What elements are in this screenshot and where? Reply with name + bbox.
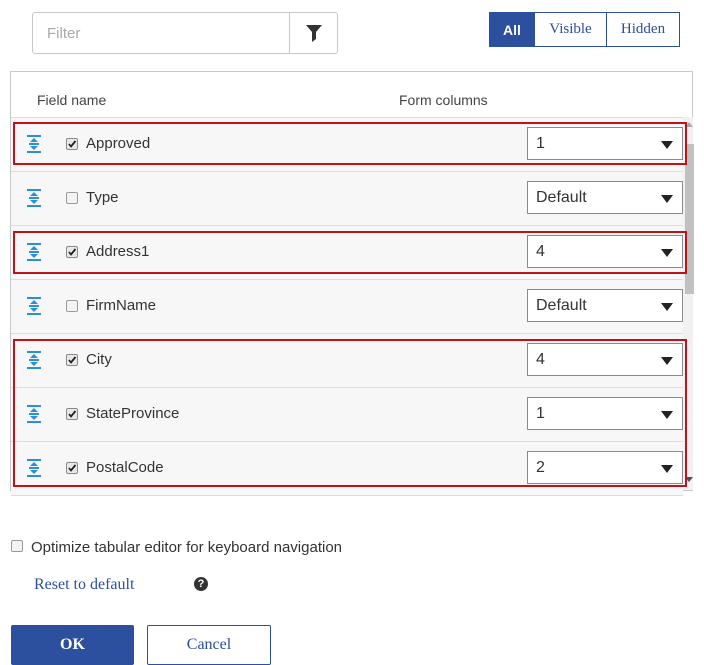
- visible-checkbox[interactable]: [66, 300, 78, 312]
- cancel-button[interactable]: Cancel: [147, 625, 271, 665]
- scrollbar-thumb[interactable]: [685, 144, 694, 294]
- toggle-visible-button[interactable]: Visible: [534, 12, 607, 47]
- form-columns-value: Default: [536, 189, 587, 206]
- filter-button[interactable]: [290, 13, 337, 53]
- dropdown-arrow-icon: [661, 141, 673, 149]
- drag-handle-icon[interactable]: [26, 243, 42, 261]
- visible-checkbox[interactable]: [66, 192, 78, 204]
- visible-checkbox[interactable]: [66, 354, 78, 366]
- table-row[interactable]: FirmName Default: [11, 280, 683, 334]
- dropdown-arrow-icon: [661, 465, 673, 473]
- form-columns-value: 1: [536, 135, 545, 152]
- form-columns-select[interactable]: 2: [527, 451, 683, 484]
- drag-handle-icon[interactable]: [26, 351, 42, 369]
- table-row[interactable]: City 4: [11, 334, 683, 388]
- visible-checkbox[interactable]: [66, 462, 78, 474]
- fields-grid: Field name Form columns Approved 1 Type Def…: [10, 71, 694, 496]
- view-toggle: All Visible Hidden: [489, 12, 680, 47]
- field-name-label: PostalCode: [86, 459, 164, 476]
- field-name-label: FirmName: [86, 297, 156, 314]
- table-row[interactable]: Address1 4: [11, 226, 683, 280]
- header-field-name: Field name: [37, 92, 107, 108]
- form-columns-select[interactable]: 4: [527, 343, 683, 376]
- form-columns-value: 4: [536, 243, 545, 260]
- table-row[interactable]: PostalCode 2: [11, 442, 683, 496]
- keyboard-nav-checkbox[interactable]: [11, 540, 23, 552]
- form-columns-value: 2: [536, 459, 545, 476]
- drag-handle-icon[interactable]: [26, 189, 42, 207]
- row-divider: [11, 495, 683, 496]
- toggle-hidden-button[interactable]: Hidden: [606, 12, 680, 47]
- header-form-columns: Form columns: [399, 92, 488, 108]
- drag-handle-icon[interactable]: [26, 297, 42, 315]
- drag-handle-icon[interactable]: [26, 459, 42, 477]
- field-name-label: Address1: [86, 243, 150, 260]
- filter-input[interactable]: [33, 13, 289, 53]
- form-columns-select[interactable]: Default: [527, 181, 683, 214]
- dropdown-arrow-icon: [661, 357, 673, 365]
- field-name-label: City: [86, 351, 112, 368]
- scroll-down-arrow[interactable]: [685, 477, 693, 482]
- visible-checkbox[interactable]: [66, 246, 78, 258]
- dropdown-arrow-icon: [661, 303, 673, 311]
- field-name-label: StateProvince: [86, 405, 180, 422]
- visible-checkbox[interactable]: [66, 138, 78, 150]
- reset-to-default-link[interactable]: Reset to default: [34, 576, 134, 594]
- help-icon[interactable]: ?: [194, 577, 208, 591]
- drag-handle-icon[interactable]: [26, 405, 42, 423]
- dropdown-arrow-icon: [661, 249, 673, 257]
- form-columns-select[interactable]: Default: [527, 289, 683, 322]
- form-columns-value: 1: [536, 405, 545, 422]
- visible-checkbox[interactable]: [66, 408, 78, 420]
- field-name-label: Type: [86, 189, 119, 206]
- table-row[interactable]: StateProvince 1: [11, 388, 683, 442]
- form-columns-value: Default: [536, 297, 587, 314]
- filter-box: [32, 12, 338, 54]
- funnel-icon: [305, 24, 322, 42]
- dropdown-arrow-icon: [661, 411, 673, 419]
- table-row[interactable]: Approved 1: [11, 118, 683, 172]
- keyboard-nav-label: Optimize tabular editor for keyboard nav…: [31, 539, 343, 556]
- form-columns-select[interactable]: 1: [527, 397, 683, 430]
- field-name-label: Approved: [86, 135, 151, 152]
- table-row[interactable]: Type Default: [11, 172, 683, 226]
- ok-button[interactable]: OK: [11, 625, 134, 665]
- form-columns-select[interactable]: 1: [527, 127, 683, 160]
- drag-handle-icon[interactable]: [26, 135, 42, 153]
- form-columns-select[interactable]: 4: [527, 235, 683, 268]
- grid-header: Field name Form columns: [11, 72, 692, 118]
- dropdown-arrow-icon: [661, 195, 673, 203]
- toggle-all-button[interactable]: All: [489, 12, 535, 47]
- scroll-up-arrow[interactable]: [685, 122, 693, 127]
- form-columns-value: 4: [536, 351, 545, 368]
